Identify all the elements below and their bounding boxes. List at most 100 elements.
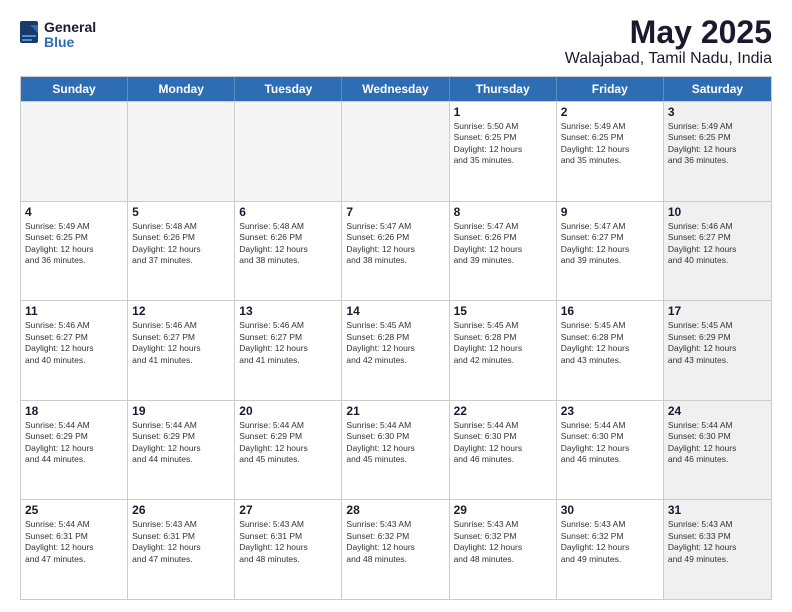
day-number: 20 <box>239 404 337 418</box>
calendar-cell: 23Sunrise: 5:44 AM Sunset: 6:30 PM Dayli… <box>557 401 664 500</box>
day-number: 2 <box>561 105 659 119</box>
calendar-cell: 19 Sunrise: 5:44 AM Sunset: 6:29 PM Dayli… <box>128 401 235 500</box>
calendar-cell: 31Sunrise: 5:43 AM Sunset: 6:33 PM Dayli… <box>664 500 771 599</box>
calendar-cell: 25Sunrise: 5:44 AM Sunset: 6:31 PM Dayli… <box>21 500 128 599</box>
day-info: Sunrise: 5:44 AM Sunset: 6:29 PM Dayligh… <box>132 420 230 466</box>
calendar-body: 1 Sunrise: 5:50 AM Sunset: 6:25 PM Daylig… <box>21 101 771 599</box>
day-info: Sunrise: 5:46 AM Sunset: 6:27 PM Dayligh… <box>25 320 123 366</box>
calendar-cell: 1 Sunrise: 5:50 AM Sunset: 6:25 PM Daylig… <box>450 102 557 201</box>
day-info: Sunrise: 5:44 AM Sunset: 6:31 PM Dayligh… <box>25 519 123 565</box>
calendar-cell: 9 Sunrise: 5:47 AM Sunset: 6:27 PM Daylig… <box>557 202 664 301</box>
page: General Blue May 2025 Walajabad, Tamil N… <box>0 0 792 612</box>
day-number: 14 <box>346 304 444 318</box>
day-number: 21 <box>346 404 444 418</box>
calendar-cell <box>342 102 449 201</box>
day-number: 12 <box>132 304 230 318</box>
calendar-row: 25Sunrise: 5:44 AM Sunset: 6:31 PM Dayli… <box>21 499 771 599</box>
logo-icon <box>20 21 40 49</box>
calendar-row: 1 Sunrise: 5:50 AM Sunset: 6:25 PM Daylig… <box>21 101 771 201</box>
day-info: Sunrise: 5:45 AM Sunset: 6:28 PM Dayligh… <box>454 320 552 366</box>
day-info: Sunrise: 5:43 AM Sunset: 6:32 PM Dayligh… <box>454 519 552 565</box>
calendar-cell: 24 Sunrise: 5:44 AM Sunset: 6:30 PM Dayli… <box>664 401 771 500</box>
day-number: 8 <box>454 205 552 219</box>
calendar-header-cell: Monday <box>128 77 235 101</box>
logo: General Blue <box>20 20 96 51</box>
day-info: Sunrise: 5:47 AM Sunset: 6:27 PM Dayligh… <box>561 221 659 267</box>
day-info: Sunrise: 5:47 AM Sunset: 6:26 PM Dayligh… <box>454 221 552 267</box>
day-info: Sunrise: 5:49 AM Sunset: 6:25 PM Dayligh… <box>25 221 123 267</box>
day-info: Sunrise: 5:43 AM Sunset: 6:31 PM Dayligh… <box>132 519 230 565</box>
calendar-cell: 15 Sunrise: 5:45 AM Sunset: 6:28 PM Dayli… <box>450 301 557 400</box>
calendar-header-cell: Tuesday <box>235 77 342 101</box>
calendar-cell: 5Sunrise: 5:48 AM Sunset: 6:26 PM Daylig… <box>128 202 235 301</box>
day-info: Sunrise: 5:46 AM Sunset: 6:27 PM Dayligh… <box>668 221 767 267</box>
calendar-header-cell: Friday <box>557 77 664 101</box>
day-number: 6 <box>239 205 337 219</box>
calendar-cell: 16 Sunrise: 5:45 AM Sunset: 6:28 PM Dayli… <box>557 301 664 400</box>
logo-general-label: General <box>44 20 96 35</box>
calendar-cell <box>21 102 128 201</box>
calendar-row: 18 Sunrise: 5:44 AM Sunset: 6:29 PM Dayli… <box>21 400 771 500</box>
day-info: Sunrise: 5:43 AM Sunset: 6:33 PM Dayligh… <box>668 519 767 565</box>
day-number: 5 <box>132 205 230 219</box>
title-block: May 2025 Walajabad, Tamil Nadu, India <box>565 16 772 68</box>
calendar-header-cell: Wednesday <box>342 77 449 101</box>
calendar-header-cell: Sunday <box>21 77 128 101</box>
day-number: 13 <box>239 304 337 318</box>
day-number: 7 <box>346 205 444 219</box>
day-number: 24 <box>668 404 767 418</box>
calendar-cell: 29 Sunrise: 5:43 AM Sunset: 6:32 PM Dayli… <box>450 500 557 599</box>
calendar-cell <box>128 102 235 201</box>
day-info: Sunrise: 5:43 AM Sunset: 6:32 PM Dayligh… <box>561 519 659 565</box>
calendar-cell: 4Sunrise: 5:49 AM Sunset: 6:25 PM Daylig… <box>21 202 128 301</box>
calendar-cell: 13Sunrise: 5:46 AM Sunset: 6:27 PM Dayli… <box>235 301 342 400</box>
calendar-cell <box>235 102 342 201</box>
day-number: 3 <box>668 105 767 119</box>
day-number: 30 <box>561 503 659 517</box>
day-number: 22 <box>454 404 552 418</box>
calendar-cell: 8 Sunrise: 5:47 AM Sunset: 6:26 PM Daylig… <box>450 202 557 301</box>
calendar-row: 11 Sunrise: 5:46 AM Sunset: 6:27 PM Dayli… <box>21 300 771 400</box>
calendar-cell: 22 Sunrise: 5:44 AM Sunset: 6:30 PM Dayli… <box>450 401 557 500</box>
day-number: 19 <box>132 404 230 418</box>
day-number: 28 <box>346 503 444 517</box>
day-number: 27 <box>239 503 337 517</box>
day-number: 18 <box>25 404 123 418</box>
calendar-cell: 18Sunrise: 5:44 AM Sunset: 6:29 PM Dayli… <box>21 401 128 500</box>
day-info: Sunrise: 5:44 AM Sunset: 6:30 PM Dayligh… <box>346 420 444 466</box>
day-info: Sunrise: 5:44 AM Sunset: 6:30 PM Dayligh… <box>454 420 552 466</box>
logo-text: General Blue <box>44 20 96 51</box>
day-number: 11 <box>25 304 123 318</box>
day-number: 23 <box>561 404 659 418</box>
day-info: Sunrise: 5:44 AM Sunset: 6:30 PM Dayligh… <box>668 420 767 466</box>
day-number: 17 <box>668 304 767 318</box>
day-info: Sunrise: 5:43 AM Sunset: 6:31 PM Dayligh… <box>239 519 337 565</box>
calendar-cell: 20 Sunrise: 5:44 AM Sunset: 6:29 PM Dayli… <box>235 401 342 500</box>
day-info: Sunrise: 5:45 AM Sunset: 6:28 PM Dayligh… <box>346 320 444 366</box>
day-info: Sunrise: 5:45 AM Sunset: 6:28 PM Dayligh… <box>561 320 659 366</box>
calendar-cell: 17Sunrise: 5:45 AM Sunset: 6:29 PM Dayli… <box>664 301 771 400</box>
page-title: May 2025 <box>565 16 772 48</box>
day-info: Sunrise: 5:44 AM Sunset: 6:29 PM Dayligh… <box>239 420 337 466</box>
calendar: SundayMondayTuesdayWednesdayThursdayFrid… <box>20 76 772 600</box>
day-number: 9 <box>561 205 659 219</box>
logo-blue-label: Blue <box>44 35 96 50</box>
calendar-cell: 10 Sunrise: 5:46 AM Sunset: 6:27 PM Dayli… <box>664 202 771 301</box>
day-info: Sunrise: 5:50 AM Sunset: 6:25 PM Dayligh… <box>454 121 552 167</box>
day-info: Sunrise: 5:48 AM Sunset: 6:26 PM Dayligh… <box>239 221 337 267</box>
calendar-cell: 2Sunrise: 5:49 AM Sunset: 6:25 PM Daylig… <box>557 102 664 201</box>
calendar-header-cell: Thursday <box>450 77 557 101</box>
calendar-cell: 6 Sunrise: 5:48 AM Sunset: 6:26 PM Daylig… <box>235 202 342 301</box>
day-number: 26 <box>132 503 230 517</box>
header: General Blue May 2025 Walajabad, Tamil N… <box>20 16 772 68</box>
calendar-cell: 26 Sunrise: 5:43 AM Sunset: 6:31 PM Dayli… <box>128 500 235 599</box>
calendar-cell: 7Sunrise: 5:47 AM Sunset: 6:26 PM Daylig… <box>342 202 449 301</box>
day-number: 16 <box>561 304 659 318</box>
calendar-cell: 21 Sunrise: 5:44 AM Sunset: 6:30 PM Dayli… <box>342 401 449 500</box>
day-number: 29 <box>454 503 552 517</box>
day-number: 1 <box>454 105 552 119</box>
day-number: 15 <box>454 304 552 318</box>
calendar-cell: 27 Sunrise: 5:43 AM Sunset: 6:31 PM Dayli… <box>235 500 342 599</box>
day-info: Sunrise: 5:46 AM Sunset: 6:27 PM Dayligh… <box>132 320 230 366</box>
day-number: 10 <box>668 205 767 219</box>
